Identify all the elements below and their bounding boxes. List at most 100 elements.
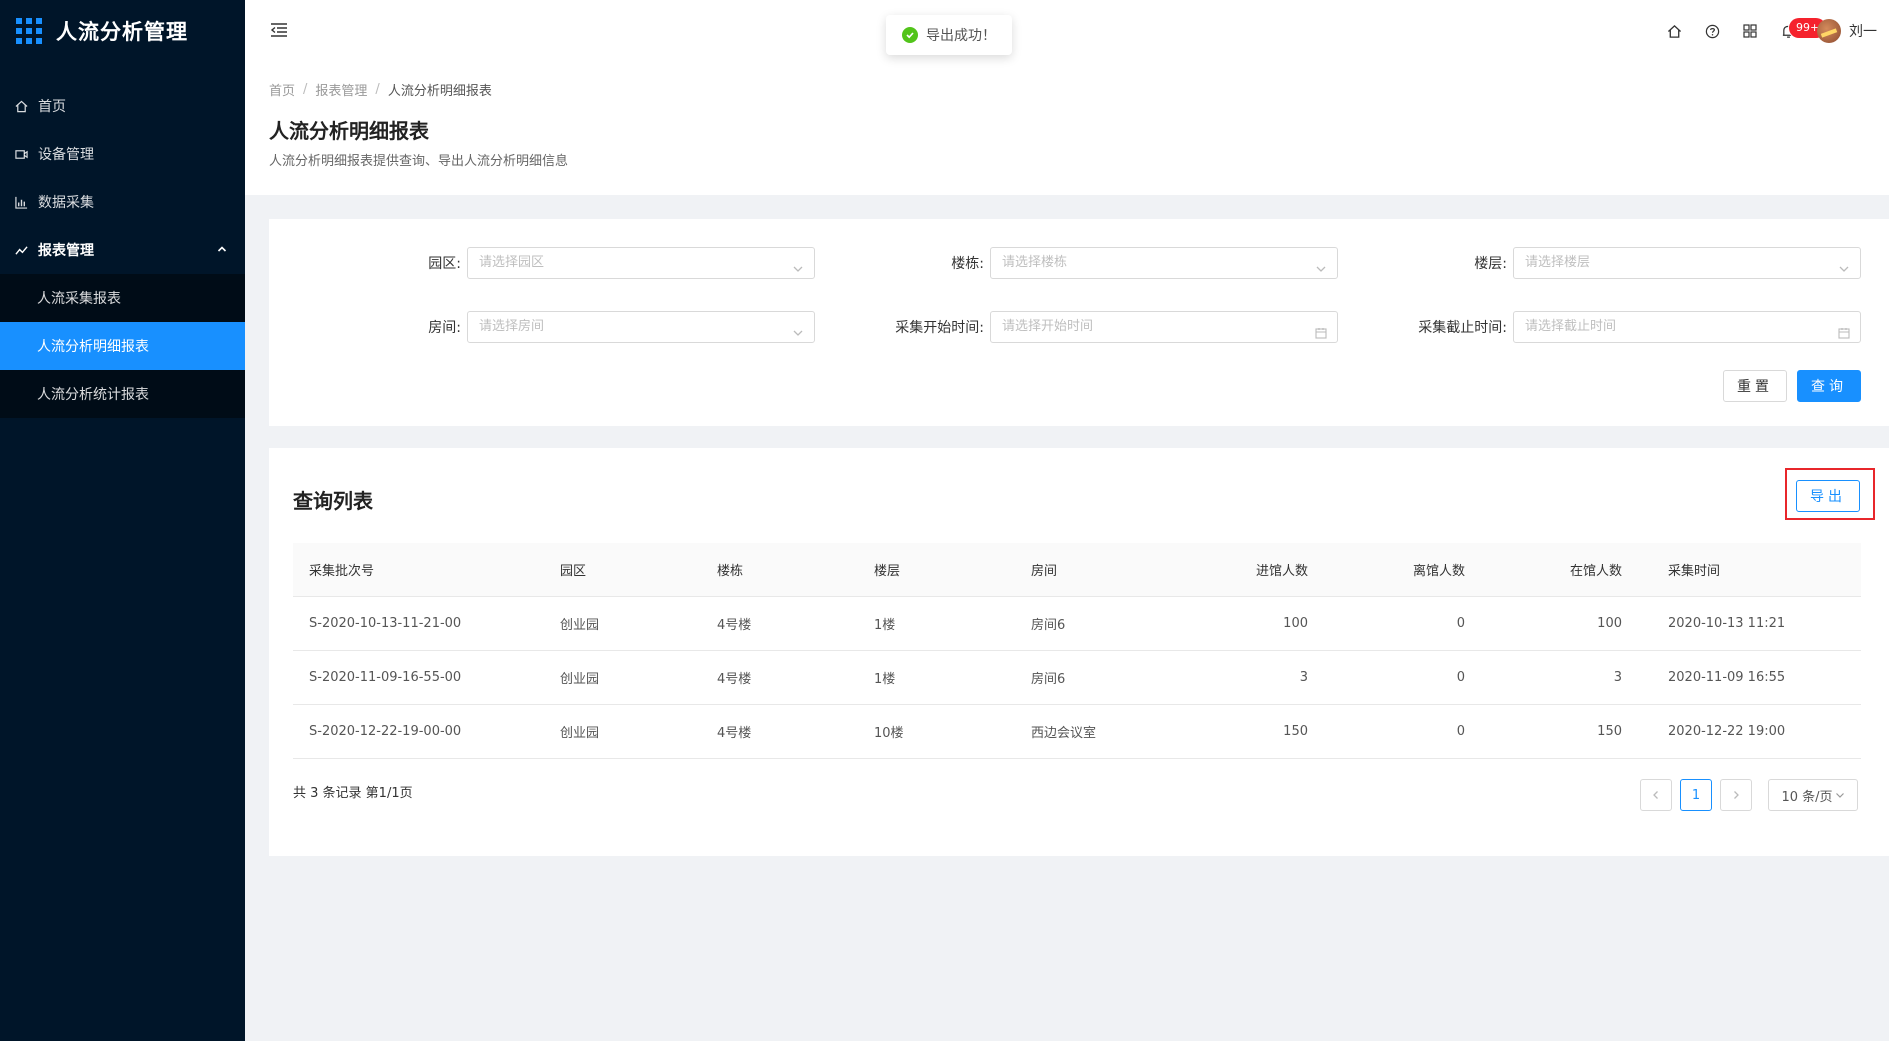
breadcrumb-report[interactable]: 报表管理: [315, 80, 367, 99]
cell-floor: 10楼: [874, 726, 904, 741]
reset-button[interactable]: 重置: [1723, 370, 1787, 402]
cell-enter-count: 3: [1299, 670, 1308, 685]
cell-collect-time: 2020-10-13 11:21: [1668, 616, 1786, 631]
apps-grid-icon[interactable]: [1731, 12, 1769, 50]
table-row[interactable]: S-2020-12-22-19-00-00 创业园 4号楼 10楼 西边会议室 …: [293, 705, 1861, 759]
cell-batch-no: S-2020-12-22-19-00-00: [309, 724, 462, 739]
cell-collect-time: 2020-11-09 16:55: [1668, 670, 1786, 685]
room-label: 房间:: [428, 320, 461, 336]
cell-building: 4号楼: [717, 726, 752, 741]
result-table: 采集批次号 园区 楼栋 楼层 房间 进馆人数 离馆人数 在馆人数 采集时间 S-…: [293, 543, 1861, 759]
floor-placeholder: 请选择楼层: [1525, 255, 1591, 270]
building-placeholder: 请选择楼栋: [1002, 255, 1068, 270]
sidebar-submenu: 人流采集报表 人流分析明细报表 人流分析统计报表: [0, 274, 245, 418]
sidebar-subitem-stat-report[interactable]: 人流分析统计报表: [0, 370, 245, 418]
query-button[interactable]: 查询: [1797, 370, 1861, 402]
home-icon[interactable]: [1655, 12, 1693, 50]
cell-room: 房间6: [1031, 672, 1066, 687]
logo[interactable]: 人流分析管理: [0, 0, 245, 62]
result-list-card: 查询列表 导出 采集批次号 园区 楼栋 楼层 房间 进馆人数 离馆人数 在馆人数…: [269, 448, 1889, 856]
park-select[interactable]: 请选择园区: [467, 247, 815, 279]
home-icon: [14, 99, 28, 113]
page-size-select[interactable]: 10 条/页: [1768, 779, 1858, 811]
bar-chart-icon: [14, 195, 28, 209]
table-row[interactable]: S-2020-11-09-16-55-00 创业园 4号楼 1楼 房间6 3 0…: [293, 651, 1861, 705]
cell-batch-no: S-2020-11-09-16-55-00: [309, 670, 462, 685]
top-header: 99+ 刘一: [245, 0, 1889, 62]
cell-room: 房间6: [1031, 618, 1066, 633]
pagination: 1 10 条/页: [1632, 779, 1858, 811]
breadcrumb-separator: /: [303, 82, 308, 97]
park-label: 园区:: [428, 256, 461, 272]
sidebar-subitem-collect-report[interactable]: 人流采集报表: [0, 274, 245, 322]
column-header: 进馆人数: [1255, 564, 1308, 579]
export-button[interactable]: 导出: [1796, 480, 1860, 512]
menu-fold-icon[interactable]: [269, 20, 289, 40]
cell-park: 创业园: [560, 618, 600, 633]
line-chart-icon: [14, 243, 28, 257]
column-header: 楼栋: [717, 564, 744, 579]
column-header: 采集批次号: [309, 564, 375, 579]
page-number-button[interactable]: 1: [1680, 779, 1712, 811]
sidebar-menu: 首页 设备管理 数据采集 报表管理 人流采集报表 人流分析明细报表 人流分析统计…: [0, 82, 245, 418]
next-page-button[interactable]: [1720, 779, 1752, 811]
prev-page-button[interactable]: [1640, 779, 1672, 811]
cell-park: 创业园: [560, 726, 600, 741]
toast-message: 导出成功！: [926, 28, 996, 44]
cell-enter-count: 100: [1283, 616, 1308, 631]
app-grid-icon: [16, 18, 42, 44]
column-header: 楼层: [874, 564, 901, 579]
room-placeholder: 请选择房间: [479, 319, 545, 334]
sidebar-item-label: 数据采集: [38, 195, 94, 211]
success-toast: 导出成功！: [886, 15, 1012, 55]
cell-floor: 1楼: [874, 672, 896, 687]
cell-leave-count: 0: [1456, 724, 1465, 739]
page-title: 人流分析明细报表: [269, 119, 429, 143]
cell-enter-count: 150: [1283, 724, 1308, 739]
table-row[interactable]: S-2020-10-13-11-21-00 创业园 4号楼 1楼 房间6 100…: [293, 597, 1861, 651]
sidebar-item-device[interactable]: 设备管理: [0, 130, 245, 178]
chevron-right-icon: [1734, 791, 1739, 799]
cell-building: 4号楼: [717, 618, 752, 633]
app-title: 人流分析管理: [56, 20, 188, 44]
sidebar-item-data-collect[interactable]: 数据采集: [0, 178, 245, 226]
notification-bell-icon[interactable]: 99+: [1769, 12, 1827, 50]
help-icon[interactable]: [1693, 12, 1731, 50]
device-icon: [14, 147, 28, 161]
filter-form: 园区: 请选择园区 楼栋: 请选择楼栋 楼层: 请选择楼层 房间: 请选择房间 …: [269, 219, 1889, 426]
breadcrumb-home[interactable]: 首页: [269, 80, 295, 99]
floor-label: 楼层:: [1474, 256, 1507, 272]
cell-present-count: 100: [1597, 616, 1622, 631]
cell-present-count: 3: [1613, 670, 1622, 685]
end-time-label: 采集截止时间:: [1418, 320, 1507, 336]
header-actions: 99+ 刘一: [1655, 0, 1877, 62]
sidebar-item-label: 人流分析明细报表: [37, 339, 149, 355]
start-time-placeholder: 请选择开始时间: [1002, 319, 1094, 334]
sidebar-item-label: 设备管理: [38, 147, 94, 163]
sidebar-subitem-detail-report[interactable]: 人流分析明细报表: [0, 322, 245, 370]
calendar-icon: [1838, 321, 1850, 339]
breadcrumb-current: 人流分析明细报表: [387, 84, 492, 99]
sidebar-item-home[interactable]: 首页: [0, 82, 245, 130]
cell-park: 创业园: [560, 672, 600, 687]
user-menu[interactable]: 刘一: [1817, 19, 1877, 43]
check-circle-icon: [902, 27, 918, 43]
avatar: [1817, 19, 1841, 43]
column-header: 采集时间: [1668, 564, 1721, 579]
start-time-picker[interactable]: 请选择开始时间: [990, 311, 1338, 343]
room-select[interactable]: 请选择房间: [467, 311, 815, 343]
building-select[interactable]: 请选择楼栋: [990, 247, 1338, 279]
sidebar-item-label: 首页: [38, 99, 66, 115]
chevron-down-icon: [1838, 257, 1850, 272]
start-time-label: 采集开始时间:: [895, 320, 984, 336]
cell-leave-count: 0: [1456, 670, 1465, 685]
sidebar-item-report[interactable]: 报表管理: [0, 226, 245, 274]
chevron-down-icon: [1835, 793, 1844, 798]
sidebar-item-label: 报表管理: [38, 243, 94, 259]
table-header: 采集批次号 园区 楼栋 楼层 房间 进馆人数 离馆人数 在馆人数 采集时间: [293, 543, 1861, 597]
floor-select[interactable]: 请选择楼层: [1513, 247, 1861, 279]
end-time-picker[interactable]: 请选择截止时间: [1513, 311, 1861, 343]
column-header: 房间: [1031, 564, 1058, 579]
cell-leave-count: 0: [1456, 616, 1465, 631]
chevron-down-icon: [792, 321, 804, 336]
